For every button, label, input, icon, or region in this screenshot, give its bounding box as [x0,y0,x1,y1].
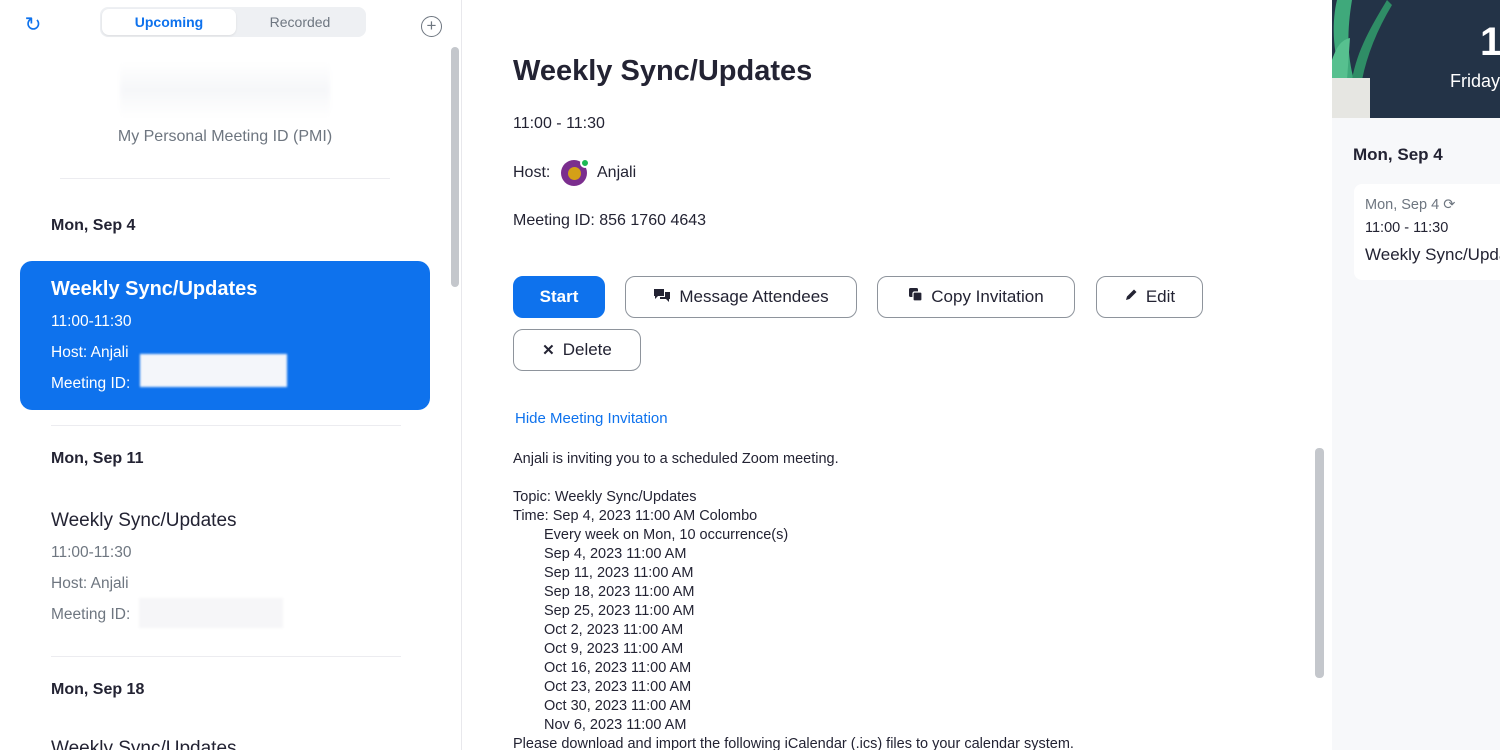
day-name: Friday [1450,71,1500,91]
day-number: 1 [1480,20,1500,64]
occurrence-item: Oct 2, 2023 11:00 AM [544,622,684,638]
invitation-recurrence: Every week on Mon, 10 occurrence(s) [544,527,789,543]
meeting-id-redacted [139,598,283,628]
meeting-time: 11:00-11:30 [51,313,132,330]
card-time: 11:00 - 11:30 [1365,220,1449,236]
list-scrollbar[interactable] [451,47,459,287]
calendar-date-heading: Mon, Sep 4 [1353,145,1443,164]
calendar-meeting-card[interactable]: Mon, Sep 4 ⟳ 11:00 - 11:30 Weekly Sync/U… [1354,184,1500,280]
tab-recorded[interactable]: Recorded [236,9,364,35]
invitation-topic: Topic: Weekly Sync/Updates [513,489,697,505]
meeting-host: Host: Anjali [51,575,129,592]
date-heading: Mon, Sep 4 [51,217,136,234]
meeting-detail-panel: Weekly Sync/Updates 11:00 - 11:30 Host: … [463,0,1332,750]
meeting-title: Weekly Sync/Updates [51,278,258,300]
occurrence-item: Oct 16, 2023 11:00 AM [544,660,692,676]
meeting-time: 11:00-11:30 [51,544,132,561]
date-banner: 1 Friday [1332,0,1500,118]
invitation-intro: Anjali is inviting you to a scheduled Zo… [513,451,839,467]
close-icon: ✕ [542,342,555,359]
edit-button[interactable]: Edit [1096,276,1203,318]
plant-pot [1332,78,1370,118]
online-status-dot [580,158,590,168]
occurrence-item: Oct 9, 2023 11:00 AM [544,641,684,657]
pmi-label[interactable]: My Personal Meeting ID (PMI) [0,128,450,146]
invitation-footer: Please download and import the following… [513,736,1074,750]
occurrence-item: Nov 6, 2023 11:00 AM [544,717,687,733]
divider [51,425,401,426]
start-button-label: Start [539,287,579,306]
message-attendees-label: Message Attendees [679,287,829,306]
copy-invitation-label: Copy Invitation [931,287,1044,306]
message-attendees-button[interactable]: Message Attendees [625,276,857,318]
occurrence-item: Sep 11, 2023 11:00 AM [544,565,694,581]
recurring-icon: ⟳ [1443,197,1456,213]
date-heading: Mon, Sep 11 [51,450,144,467]
meeting-id-label: Meeting ID: [51,606,131,623]
pmi-number-redacted [120,62,330,118]
page-title: Weekly Sync/Updates [513,55,813,87]
occurrence-item: Oct 30, 2023 11:00 AM [544,698,692,714]
occurrence-item: Sep 18, 2023 11:00 AM [544,584,695,600]
meeting-id-label: Meeting ID: [51,375,131,392]
tab-upcoming[interactable]: Upcoming [102,9,236,35]
host-label: Host: [513,164,551,181]
hide-invitation-link[interactable]: Hide Meeting Invitation [515,410,668,427]
refresh-icon[interactable]: ↻ [22,14,44,36]
occurrence-item: Sep 4, 2023 11:00 AM [544,546,687,562]
meeting-card-selected[interactable]: Weekly Sync/Updates 11:00-11:30 Host: An… [20,261,430,410]
chat-icon [653,278,671,318]
meeting-title: Weekly Sync/Updates [51,738,237,750]
meetings-list-panel: ↻ Upcoming Recorded + My Personal Meetin… [0,0,462,750]
invitation-text: Anjali is inviting you to a scheduled Zo… [513,450,1313,750]
card-title: Weekly Sync/Updates [1365,245,1500,264]
copy-invitation-button[interactable]: Copy Invitation [877,276,1075,318]
divider [51,656,401,657]
detail-scrollbar[interactable] [1315,448,1324,678]
meeting-time: 11:00 - 11:30 [513,115,605,132]
copy-icon [908,278,923,318]
meeting-title: Weekly Sync/Updates [51,510,237,531]
meeting-card[interactable]: Weekly Sync/Updates 11:00-11:30 Host: An… [51,510,431,630]
card-date: Mon, Sep 4 [1365,197,1440,213]
meeting-id-redacted [140,354,287,387]
plant-icon [1332,0,1392,80]
occurrence-item: Sep 25, 2023 11:00 AM [544,603,695,619]
meeting-id: Meeting ID: 856 1760 4643 [513,212,707,229]
plus-icon[interactable]: + [421,16,442,37]
invitation-time: Time: Sep 4, 2023 11:00 AM Colombo [513,508,758,524]
host-name: Anjali [597,164,637,181]
occurrence-item: Oct 23, 2023 11:00 AM [544,679,692,695]
delete-label: Delete [562,340,612,359]
edit-label: Edit [1145,287,1176,306]
date-heading: Mon, Sep 18 [51,681,145,698]
meeting-host: Host: Anjali [51,344,129,361]
start-button[interactable]: Start [513,276,605,318]
pencil-icon [1124,278,1138,318]
list-tab-switcher: Upcoming Recorded [100,7,366,37]
delete-button[interactable]: ✕ Delete [513,329,641,371]
meeting-card[interactable]: Weekly Sync/Updates [51,738,431,750]
calendar-sidebar: 1 Friday Mon, Sep 4 Mon, Sep 4 ⟳ 11:00 -… [1332,0,1500,750]
divider [60,178,390,179]
